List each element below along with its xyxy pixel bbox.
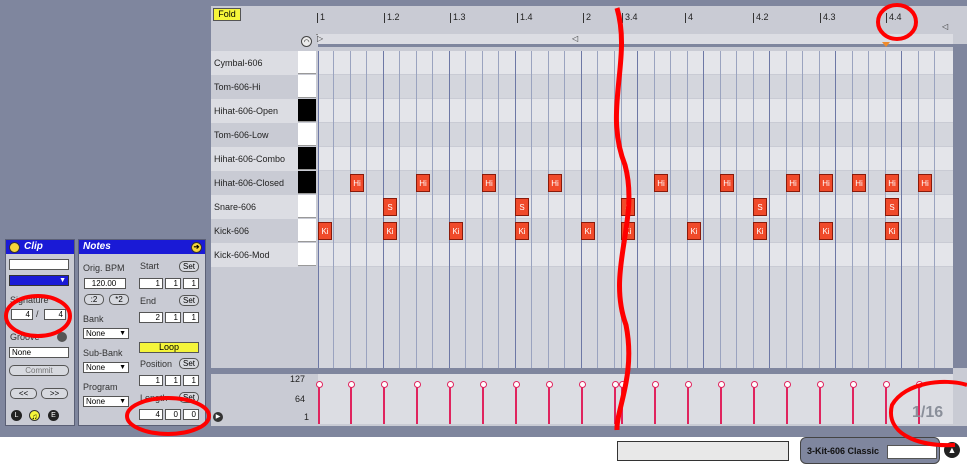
annotation-circle-length xyxy=(125,396,211,436)
annotation-circle-grid xyxy=(888,379,967,448)
annotation-circle-ruler xyxy=(876,3,918,41)
annotations-overlay xyxy=(4,3,967,448)
annotation-circle-signature xyxy=(4,294,72,338)
annotation-cut-line xyxy=(613,7,632,431)
